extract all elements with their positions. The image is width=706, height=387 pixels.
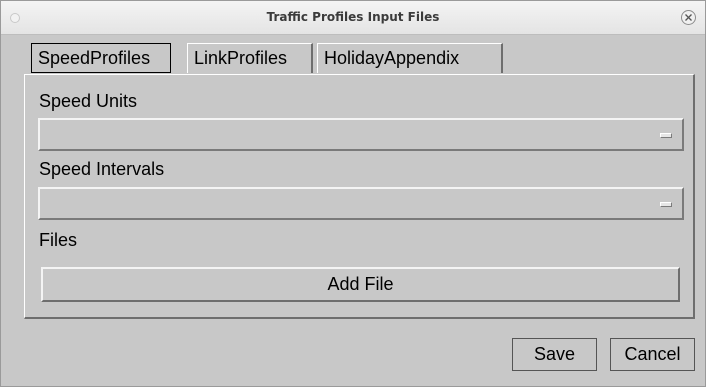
tab-link-profiles[interactable]: LinkProfiles (187, 43, 313, 73)
speed-intervals-select[interactable] (38, 187, 684, 220)
cancel-button[interactable]: Cancel (610, 338, 695, 371)
window-title: Traffic Profiles Input Files (266, 10, 440, 24)
close-icon[interactable] (681, 10, 696, 25)
title-bar[interactable]: Traffic Profiles Input Files (1, 1, 705, 35)
option-menu-indicator-icon (660, 133, 672, 138)
option-menu-indicator-icon (660, 202, 672, 207)
speed-intervals-label: Speed Intervals (39, 159, 165, 179)
speed-units-label: Speed Units (39, 91, 138, 111)
speed-units-select[interactable] (38, 118, 684, 151)
tab-speed-profiles[interactable]: SpeedProfiles (31, 43, 171, 73)
save-button[interactable]: Save (512, 338, 597, 371)
dialog-window: Traffic Profiles Input Files SpeedProfil… (0, 0, 706, 387)
add-file-button[interactable]: Add File (41, 267, 680, 302)
files-label: Files (39, 230, 78, 250)
tab-holiday-appendix[interactable]: HolidayAppendix (317, 43, 503, 73)
